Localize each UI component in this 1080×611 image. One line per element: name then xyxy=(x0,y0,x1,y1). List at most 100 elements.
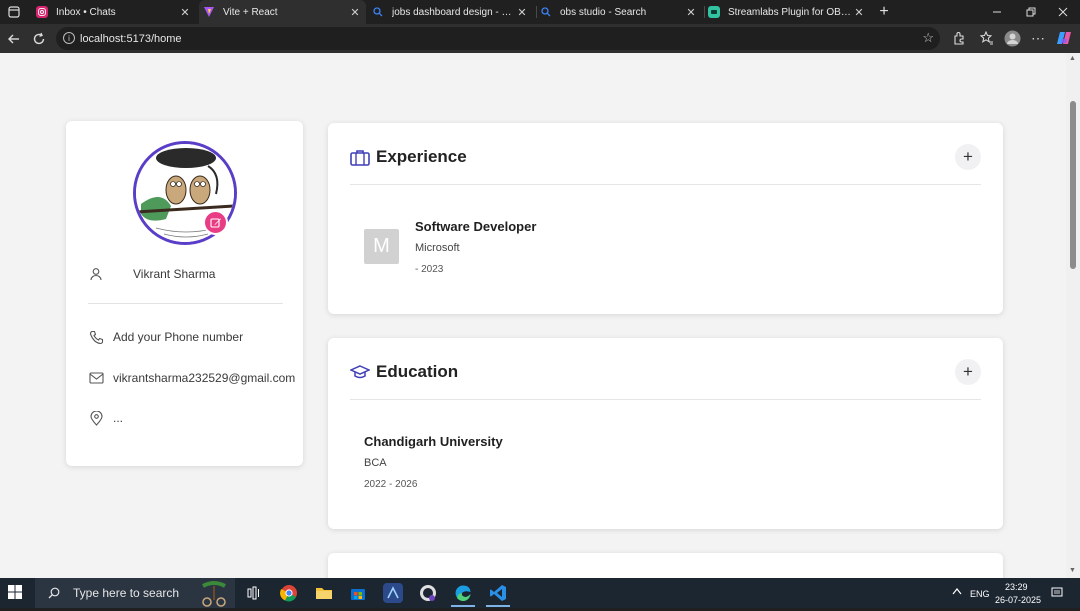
new-tab-button[interactable]: + xyxy=(871,0,897,24)
tab-title: jobs dashboard design - Search xyxy=(392,6,515,18)
search-icon xyxy=(540,6,552,18)
page-viewport: Vikrant Sharma Add your Phone number vik… xyxy=(0,53,1080,578)
mail-icon xyxy=(88,370,104,386)
user-icon xyxy=(88,266,104,282)
tab-title: obs studio - Search xyxy=(560,6,647,18)
briefcase-icon xyxy=(350,147,370,167)
experience-dates: - 2023 xyxy=(415,264,444,275)
taskbar-search-placeholder: Type here to search xyxy=(73,586,180,600)
experience-company: Microsoft xyxy=(415,242,460,254)
education-degree: BCA xyxy=(364,457,387,469)
experience-card: Experience + M Software Developer Micros… xyxy=(328,123,1003,314)
more-options-icon[interactable]: ⋯ xyxy=(1029,29,1047,47)
site-info-icon[interactable]: i xyxy=(63,32,75,44)
search-highlight-image xyxy=(193,580,235,608)
azure-data-studio-icon[interactable] xyxy=(383,583,403,603)
tab-separator xyxy=(536,6,537,18)
add-experience-button[interactable]: + xyxy=(955,144,981,170)
scrollbar-thumb[interactable] xyxy=(1070,101,1076,269)
education-title: Education xyxy=(376,362,459,381)
close-tab-icon[interactable]: ✕ xyxy=(852,6,866,19)
profile-location: ... xyxy=(113,411,124,425)
vite-icon xyxy=(203,6,215,18)
minimize-button[interactable] xyxy=(980,0,1014,24)
notification-center-icon[interactable] xyxy=(1051,587,1063,600)
close-tab-icon[interactable]: ✕ xyxy=(515,6,529,19)
profile-name-row: Vikrant Sharma xyxy=(88,266,215,282)
graduation-cap-icon xyxy=(350,362,370,382)
education-dates: 2022 - 2026 xyxy=(364,479,418,490)
chrome-icon[interactable] xyxy=(279,583,299,603)
experience-role: Software Developer xyxy=(415,219,537,234)
extensions-icon[interactable] xyxy=(950,29,968,47)
profile-phone-row[interactable]: Add your Phone number xyxy=(88,329,243,345)
experience-divider xyxy=(350,184,981,185)
microsoft-store-icon[interactable] xyxy=(348,583,368,603)
language-indicator[interactable]: ENG xyxy=(970,589,990,599)
browser-toolbar: i localhost:5173/home ☆ xyxy=(0,24,1080,53)
clock-date[interactable]: 26-07-2025 xyxy=(995,595,1041,605)
favorites-icon[interactable] xyxy=(978,29,996,47)
browser-tab-obs-search[interactable]: obs studio - Search ✕ xyxy=(540,0,702,24)
streamlabs-icon xyxy=(708,6,720,18)
profile-avatar-icon[interactable] xyxy=(1003,29,1021,47)
tab-title: Inbox • Chats xyxy=(56,6,116,18)
address-bar[interactable]: i localhost:5173/home ☆ xyxy=(56,27,940,50)
back-button[interactable] xyxy=(5,30,23,48)
active-app-indicator xyxy=(486,605,510,607)
browser-tab-vite[interactable]: Vite + React ✕ xyxy=(199,0,366,24)
scroll-down-icon[interactable]: ▼ xyxy=(1069,567,1076,574)
tab-separator xyxy=(704,6,705,18)
favorite-star-icon[interactable]: ☆ xyxy=(922,30,934,46)
profile-divider xyxy=(88,303,283,304)
tab-actions-icon[interactable] xyxy=(0,0,28,24)
copilot-icon[interactable] xyxy=(1055,29,1073,47)
additional-card xyxy=(328,553,1003,578)
company-logo-placeholder: M xyxy=(364,229,399,264)
active-app-indicator xyxy=(451,605,475,607)
tab-title: Streamlabs Plugin for OBS | Add A xyxy=(728,6,852,18)
browser-tab-jobs-search[interactable]: jobs dashboard design - Search ✕ xyxy=(370,0,533,24)
close-tab-icon[interactable]: ✕ xyxy=(348,6,362,19)
scroll-up-icon[interactable]: ▲ xyxy=(1069,55,1076,62)
education-header: Education xyxy=(350,362,458,382)
education-divider xyxy=(350,399,981,400)
url-text: localhost:5173/home xyxy=(80,32,182,45)
edit-avatar-button[interactable] xyxy=(203,210,228,235)
page-scrollbar[interactable]: ▲ ▼ xyxy=(1066,53,1080,578)
close-window-button[interactable] xyxy=(1046,0,1080,24)
windows-taskbar: Type here to search ENG 23:29 26-07-2025 xyxy=(0,578,1080,608)
education-card: Education + Chandigarh University BCA 20… xyxy=(328,338,1003,529)
tray-overflow-icon[interactable] xyxy=(952,587,962,598)
task-view-icon[interactable] xyxy=(244,583,264,603)
reload-button[interactable] xyxy=(30,30,48,48)
vscode-icon[interactable] xyxy=(488,583,508,603)
browser-tab-inbox[interactable]: Inbox • Chats ✕ xyxy=(36,0,196,24)
file-explorer-icon[interactable] xyxy=(314,583,334,603)
clock-time[interactable]: 23:29 xyxy=(1005,582,1028,592)
edge-icon[interactable] xyxy=(453,583,473,603)
browser-tab-bar: Inbox • Chats ✕ Vite + React ✕ jobs dash… xyxy=(0,0,1080,24)
phone-icon xyxy=(88,329,104,345)
github-desktop-icon[interactable] xyxy=(418,583,438,603)
windows-start-icon[interactable] xyxy=(8,585,24,601)
profile-card: Vikrant Sharma Add your Phone number vik… xyxy=(66,121,303,466)
profile-phone: Add your Phone number xyxy=(113,330,244,344)
location-pin-icon xyxy=(88,410,104,426)
experience-title: Experience xyxy=(376,147,467,166)
profile-name: Vikrant Sharma xyxy=(133,267,216,281)
profile-email-row: vikrantsharma232529@gmail.com xyxy=(88,370,295,386)
restore-button[interactable] xyxy=(1014,0,1048,24)
search-icon xyxy=(372,6,384,18)
taskbar-search-box[interactable]: Type here to search xyxy=(35,578,235,608)
profile-location-row: ... xyxy=(88,410,123,426)
search-icon xyxy=(47,586,61,600)
experience-header: Experience xyxy=(350,147,467,167)
browser-tab-streamlabs[interactable]: Streamlabs Plugin for OBS | Add A ✕ xyxy=(708,0,868,24)
instagram-icon xyxy=(36,6,48,18)
education-institution: Chandigarh University xyxy=(364,434,503,449)
close-tab-icon[interactable]: ✕ xyxy=(178,6,192,19)
close-tab-icon[interactable]: ✕ xyxy=(684,6,698,19)
add-education-button[interactable]: + xyxy=(955,359,981,385)
edit-icon xyxy=(209,217,221,228)
